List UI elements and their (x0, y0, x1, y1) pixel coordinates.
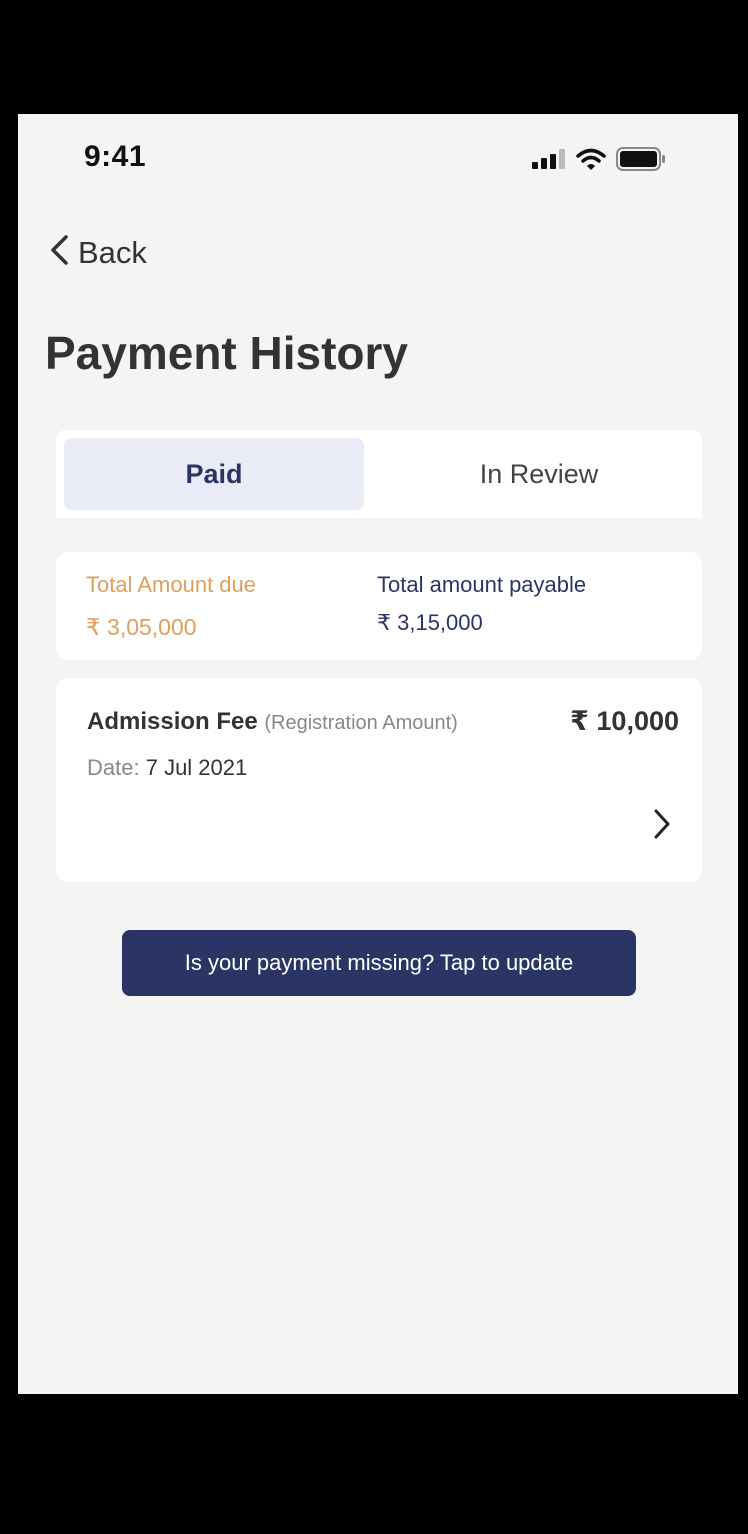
tab-bar: Paid In Review (56, 430, 702, 518)
back-button[interactable]: Back (48, 234, 147, 271)
back-label: Back (78, 234, 147, 270)
payment-missing-button[interactable]: Is your payment missing? Tap to update (122, 930, 636, 996)
payment-title: Admission Fee (Registration Amount) (87, 708, 458, 736)
tab-paid[interactable]: Paid (64, 438, 364, 510)
battery-icon (616, 147, 666, 176)
total-payable-label: Total amount payable (377, 572, 587, 597)
chevron-right-icon[interactable] (652, 808, 672, 845)
payment-amount: ₹ 10,000 (570, 706, 679, 736)
status-bar: 9:41 (18, 114, 738, 204)
tab-in-review[interactable]: In Review (386, 438, 692, 510)
status-icons (532, 147, 666, 176)
payment-card[interactable]: Admission Fee (Registration Amount) ₹ 10… (56, 678, 702, 882)
page-title: Payment History (45, 327, 409, 379)
total-due-label: Total Amount due (86, 572, 257, 597)
summary-card: Total Amount due ₹ 3,05,000 Total amount… (56, 552, 702, 660)
signal-icon (532, 149, 566, 174)
total-due-value: ₹ 3,05,000 (86, 614, 197, 640)
payment-date-value: 7 Jul 2021 (145, 755, 248, 780)
payment-name: Admission Fee (87, 708, 258, 735)
chevron-left-icon (48, 234, 70, 271)
payment-date: Date: 7 Jul 2021 (87, 755, 247, 781)
total-payable-value: ₹ 3,15,000 (377, 610, 483, 635)
wifi-icon (576, 148, 606, 175)
payment-subtitle: (Registration Amount) (264, 712, 458, 734)
phone-screen: 9:41 Back Payment History Paid In Review… (18, 114, 738, 1394)
status-time: 9:41 (84, 140, 147, 173)
payment-date-label: Date: (87, 755, 140, 780)
